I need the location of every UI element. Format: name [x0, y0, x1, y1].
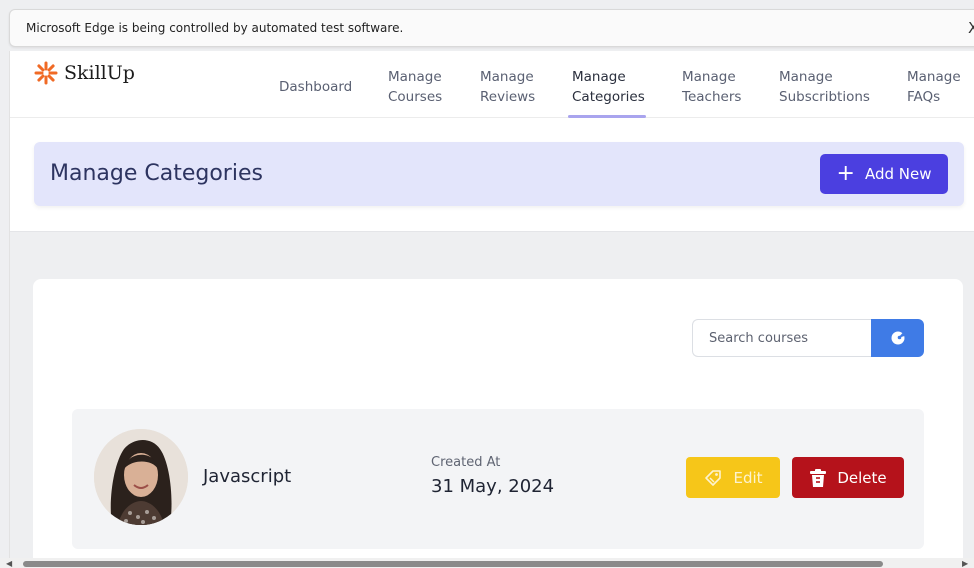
page-title-banner: Manage Categories + Add New — [34, 142, 964, 206]
nav-manage-categories[interactable]: Manage Categories — [572, 67, 645, 107]
nav-manage-reviews[interactable]: Manage Reviews — [480, 67, 535, 107]
nav-manage-courses[interactable]: Manage Courses — [388, 67, 442, 107]
category-avatar — [94, 429, 188, 525]
search-button[interactable] — [871, 319, 924, 357]
tag-icon — [705, 469, 722, 486]
edit-label: Edit — [733, 468, 763, 487]
add-new-label: Add New — [864, 165, 932, 183]
page-header-section: Manage Categories + Add New — [10, 118, 974, 232]
category-name: Javascript — [203, 466, 292, 487]
trash-icon — [810, 468, 827, 487]
nav-manage-subscriptions[interactable]: Manage Subscribtions — [779, 67, 870, 107]
infobar-message: Microsoft Edge is being controlled by au… — [26, 21, 404, 35]
delete-button[interactable]: Delete — [792, 457, 904, 498]
created-at-value: 31 May, 2024 — [431, 476, 555, 497]
brand-logo[interactable]: SkillUp — [34, 61, 135, 85]
page: SkillUp Dashboard Manage Courses Manage … — [9, 51, 974, 568]
delete-label: Delete — [837, 468, 887, 487]
nav-manage-teachers[interactable]: Manage Teachers — [682, 67, 741, 107]
brand-name: SkillUp — [64, 62, 135, 84]
page-title: Manage Categories — [50, 161, 263, 186]
created-at-label: Created At — [431, 455, 501, 470]
scroll-right-arrow-icon[interactable]: ▶ — [962, 559, 968, 568]
horizontal-scrollbar[interactable]: ◀ ▶ — [0, 558, 974, 568]
categories-card: Javascript Created At 31 May, 2024 Edit — [33, 279, 963, 568]
scroll-left-arrow-icon[interactable]: ◀ — [6, 559, 12, 568]
sunburst-logo-icon — [34, 61, 58, 85]
infobar-close-button[interactable]: X — [968, 19, 974, 37]
edit-button[interactable]: Edit — [686, 457, 780, 498]
top-navbar: SkillUp Dashboard Manage Courses Manage … — [10, 51, 974, 118]
add-new-button[interactable]: + Add New — [820, 154, 948, 194]
nav-dashboard[interactable]: Dashboard — [279, 77, 352, 97]
nav-manage-faqs[interactable]: Manage FAQs — [907, 67, 961, 107]
category-row: Javascript Created At 31 May, 2024 Edit — [72, 409, 924, 549]
scrollbar-thumb[interactable] — [23, 561, 883, 567]
search-icon — [891, 331, 904, 345]
search-input[interactable] — [692, 319, 872, 357]
portrait-image — [94, 429, 188, 525]
search-bar — [692, 319, 924, 357]
automation-infobar: Microsoft Edge is being controlled by au… — [9, 9, 974, 47]
plus-icon: + — [836, 161, 855, 186]
